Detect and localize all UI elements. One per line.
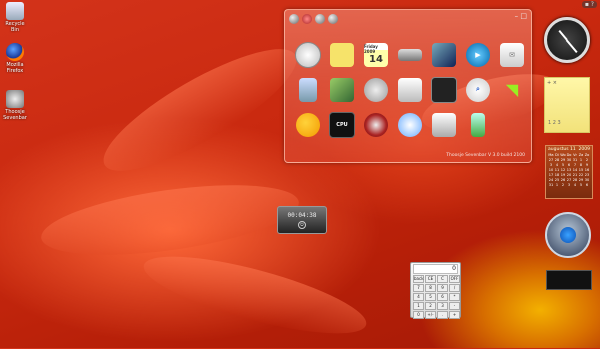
notes-gadget[interactable]: + × 1 2 3 — [544, 77, 590, 133]
calendar-year: 2009 — [578, 147, 590, 152]
desktop-icon-label: Thoosje Sevenbar — [3, 109, 27, 121]
calc-key[interactable]: * — [449, 293, 460, 301]
sticky-notes-icon[interactable] — [330, 42, 354, 67]
media-control-gadget[interactable] — [545, 212, 591, 258]
calc-key[interactable]: 5 — [425, 293, 436, 301]
clock-icon[interactable] — [295, 41, 321, 68]
calc-key[interactable]: + — [449, 311, 460, 319]
wallpaper-petal — [89, 29, 311, 191]
no-entry-icon[interactable] — [302, 14, 312, 24]
notes-controls: + × — [547, 80, 557, 86]
calc-key[interactable]: . — [437, 311, 448, 319]
sevenbar-icon — [6, 90, 24, 108]
calendar-tile-month: Friday 2009 — [364, 44, 378, 54]
calculator-icon[interactable] — [432, 112, 456, 137]
slideshow-icon[interactable] — [432, 42, 456, 67]
desktop-icon-label: Mozilla Firefox — [6, 62, 24, 74]
panel-toolbar — [289, 14, 338, 24]
currency-icon[interactable] — [398, 112, 422, 137]
calculator-keys: back CE C OFF 7 8 9 / 4 5 6 * 1 2 3 - 0 … — [413, 275, 460, 319]
wallpaper-petal — [37, 172, 303, 268]
calc-key[interactable]: 8 — [425, 284, 436, 292]
media-player-icon[interactable]: ▶ — [466, 42, 490, 67]
search-icon[interactable]: ⌕ — [466, 77, 490, 102]
control-panel-icon[interactable] — [431, 76, 457, 103]
calendar-gadget[interactable]: augustus 11 2009 Ma Di Wo Do Vr Za Zo 27 28 29 30 3… — [545, 145, 593, 199]
sevenbar-icon[interactable] — [364, 112, 388, 137]
gadget-grid: Friday 2009 14 ▶ ✉ ⌕ ◥ CPU — [291, 37, 529, 142]
notes-text: 1 2 3 — [548, 120, 561, 126]
stopwatch-time: 00:04:38 — [287, 212, 317, 219]
calendar-month: augustus 11 — [548, 147, 576, 152]
wallpaper-petal — [137, 241, 373, 349]
feed-headlines-icon[interactable] — [398, 77, 422, 102]
stopwatch-gadget: 00:04:38 ⏻ — [277, 206, 327, 234]
desktop-icon-recycle-bin[interactable]: Recycle Bin — [2, 2, 28, 33]
calc-key[interactable]: 2 — [425, 302, 436, 310]
calc-key[interactable]: 9 — [437, 284, 448, 292]
calculator-display: 0 — [413, 264, 458, 274]
desktop-icon-label: Recycle Bin — [5, 21, 25, 33]
window-controls[interactable]: – □ — [515, 12, 527, 20]
calendar-tile-day: 14 — [369, 54, 383, 65]
tray-indicator[interactable]: ▪ ? — [581, 1, 597, 8]
clock-minute-hand — [566, 39, 578, 53]
calc-key[interactable]: +/- — [425, 311, 436, 319]
settings-icon[interactable] — [289, 14, 299, 24]
panel-version-label: Thoosje Sevenbar V 3.0 build 2100 — [446, 153, 525, 158]
gear-icon[interactable] — [315, 14, 325, 24]
calculator-gadget: 0 back CE C OFF 7 8 9 / 4 5 6 * 1 2 3 - … — [410, 262, 461, 319]
recycle-bin-icon[interactable] — [299, 77, 317, 102]
calc-key[interactable]: 7 — [413, 284, 424, 292]
calc-key[interactable]: CE — [425, 275, 436, 283]
calc-key[interactable]: 1 — [413, 302, 424, 310]
desktop-icon-sevenbar[interactable]: Thoosje Sevenbar — [2, 90, 28, 121]
firefox-icon — [6, 43, 24, 61]
calc-key[interactable]: back — [413, 275, 424, 283]
calendar-day[interactable]: 6 — [584, 183, 590, 188]
play-icon[interactable] — [560, 227, 576, 243]
network-icon[interactable] — [398, 48, 422, 61]
calc-key[interactable]: OFF — [449, 275, 460, 283]
clock-gadget[interactable] — [544, 17, 590, 63]
calc-key[interactable]: 4 — [413, 293, 424, 301]
sevenbar-panel: – □ Friday 2009 14 ▶ ✉ ⌕ ◥ CPU Thoosje Se… — [284, 9, 532, 163]
calendar-icon[interactable]: Friday 2009 14 — [364, 42, 388, 67]
weather-icon[interactable] — [296, 112, 320, 137]
calc-key[interactable]: C — [437, 275, 448, 283]
battery-icon[interactable] — [471, 112, 485, 137]
calc-key[interactable]: 6 — [437, 293, 448, 301]
calc-key[interactable]: 3 — [437, 302, 448, 310]
mini-monitor-gadget — [546, 270, 592, 290]
recycle-bin-icon — [6, 2, 24, 20]
picture-puzzle-icon[interactable] — [330, 77, 354, 102]
cpu-meter-icon[interactable]: CPU — [329, 111, 355, 138]
calc-key[interactable]: 0 — [413, 311, 424, 319]
weather-search-icon[interactable] — [364, 77, 388, 102]
stopwatch-start-button[interactable]: ⏻ — [298, 221, 306, 229]
calendar-days: Ma Di Wo Do Vr Za Zo 27 28 29 30 31 1 2 3 4 5 6 7 8 9 10 11 12 1… — [546, 153, 592, 188]
calc-key[interactable]: - — [449, 302, 460, 310]
tools-icon[interactable] — [328, 14, 338, 24]
calc-key[interactable]: / — [449, 284, 460, 292]
wifi-icon[interactable]: ◥ — [500, 78, 524, 102]
desktop-icon-firefox[interactable]: Mozilla Firefox — [2, 43, 28, 74]
mail-icon[interactable]: ✉ — [500, 42, 524, 67]
calendar-header: augustus 11 2009 — [546, 146, 592, 153]
